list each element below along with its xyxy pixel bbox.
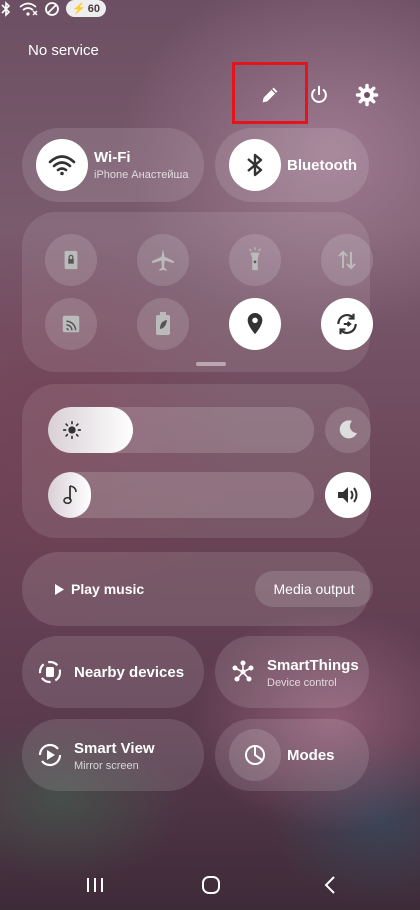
lock-screen-icon (64, 250, 78, 270)
music-note-icon (63, 485, 77, 505)
smart-view-title: Smart View (74, 740, 155, 757)
charging-bolt-icon: ⚡ (72, 3, 86, 15)
power-icon (311, 85, 327, 103)
modes-card[interactable]: Modes (215, 719, 369, 791)
sync-icon (337, 313, 357, 335)
nearby-devices-card[interactable]: Nearby devices (22, 636, 204, 708)
bluetooth-icon (247, 153, 263, 177)
home-icon (202, 876, 220, 894)
settings-button[interactable] (353, 81, 381, 109)
smart-view-subtitle: Mirror screen (74, 760, 139, 772)
auto-rotate-toggle[interactable] (321, 298, 373, 350)
smartthings-subtitle: Device control (267, 677, 337, 689)
home-button[interactable] (191, 870, 231, 900)
bluetooth-title: Bluetooth (287, 157, 357, 174)
battery-indicator: ⚡ 60 (66, 0, 106, 17)
status-icons: ⚡ 60 (0, 0, 420, 17)
smartthings-icon (232, 660, 254, 682)
wifi-icon (48, 155, 76, 176)
power-button[interactable] (305, 81, 333, 109)
sound-mode-button[interactable] (325, 472, 371, 518)
back-icon (324, 876, 335, 894)
modes-pie-icon (245, 745, 265, 765)
wifi-title: Wi-Fi (94, 149, 131, 166)
dark-mode-button[interactable] (325, 407, 371, 453)
modes-label: Modes (287, 747, 335, 764)
wifi-toggle[interactable] (36, 139, 88, 191)
smart-view-icon (38, 743, 62, 767)
bluetooth-toggle[interactable] (229, 139, 281, 191)
sun-icon (62, 420, 82, 440)
flashlight-icon (249, 247, 261, 271)
moon-icon (339, 420, 357, 439)
highlight-box (232, 62, 308, 124)
brightness-slider[interactable] (48, 407, 314, 453)
smartthings-card[interactable]: SmartThings Device control (215, 636, 369, 708)
nearby-devices-icon (38, 660, 62, 684)
smart-view-card[interactable]: Smart View Mirror screen (22, 719, 204, 791)
screen-lock-toggle[interactable] (45, 234, 97, 286)
media-output-button[interactable]: Media output (255, 571, 373, 607)
do-not-disturb-icon (45, 1, 59, 16)
play-icon (55, 583, 64, 595)
modes-icon-circle (229, 729, 281, 781)
wifi-network-name: iPhone Анастейша (94, 169, 189, 181)
volume-slider[interactable] (48, 472, 314, 518)
location-toggle[interactable] (229, 298, 281, 350)
data-arrows-icon (338, 250, 356, 270)
power-saving-toggle[interactable] (137, 298, 189, 350)
mobile-data-toggle[interactable] (321, 234, 373, 286)
smartthings-title: SmartThings (267, 657, 359, 674)
status-carrier: No service (28, 42, 99, 59)
flashlight-toggle[interactable] (229, 234, 281, 286)
play-music-button[interactable]: Play music (54, 581, 144, 597)
battery-level: 60 (87, 2, 100, 15)
nearby-devices-label: Nearby devices (74, 664, 185, 681)
cast-toggle[interactable] (45, 298, 97, 350)
battery-leaf-icon (156, 312, 170, 335)
back-button[interactable] (310, 870, 350, 900)
wifi-tile[interactable]: Wi-Fi iPhone Анастейша (22, 128, 204, 202)
airplane-icon (152, 249, 174, 271)
recent-apps-icon (87, 878, 103, 892)
bluetooth-tile[interactable]: Bluetooth (215, 128, 369, 202)
expand-handle[interactable] (196, 362, 226, 366)
recent-apps-button[interactable] (75, 870, 115, 900)
gear-icon (355, 83, 379, 107)
play-music-label: Play music (71, 581, 145, 597)
speaker-icon (338, 487, 358, 503)
bluetooth-icon (1, 0, 11, 17)
location-pin-icon (247, 313, 263, 335)
airplane-mode-toggle[interactable] (137, 234, 189, 286)
cast-icon (62, 315, 80, 333)
wifi-no-signal-icon (19, 2, 38, 16)
